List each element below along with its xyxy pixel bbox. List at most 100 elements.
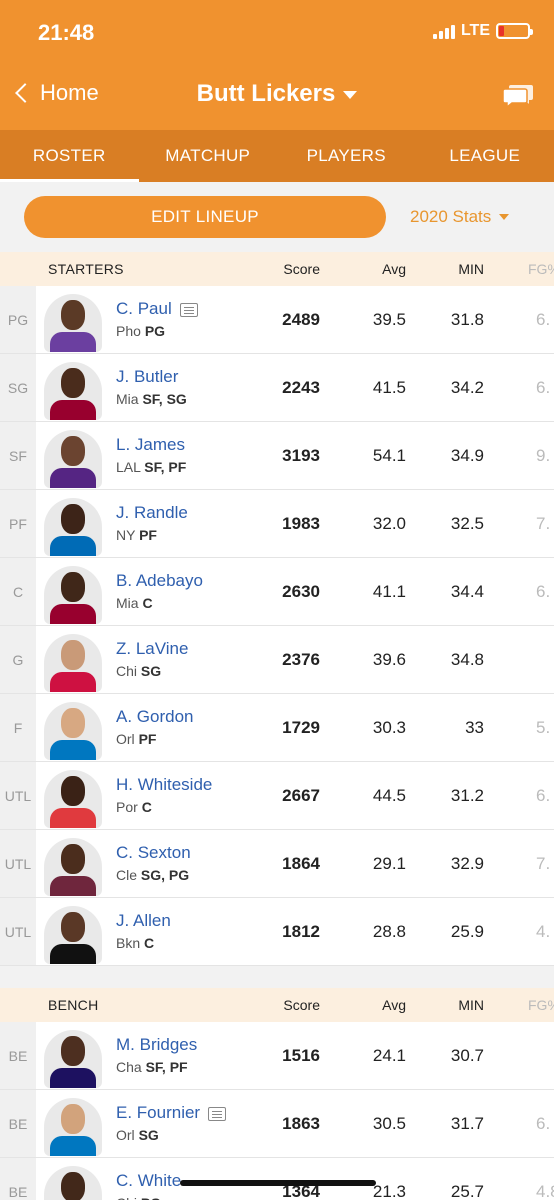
stats-period-select[interactable]: 2020 Stats <box>410 207 510 227</box>
tab-league[interactable]: LEAGUE <box>416 130 554 182</box>
player-score: 1863 <box>282 1113 320 1133</box>
lineup-slot[interactable]: UTL <box>0 898 36 965</box>
player-team-positions: Chi PG <box>116 1195 161 1200</box>
lineup-slot[interactable]: UTL <box>0 830 36 897</box>
edit-lineup-button[interactable]: EDIT LINEUP <box>24 196 386 238</box>
player-name[interactable]: J. Randle <box>116 503 188 523</box>
lineup-slot[interactable]: F <box>0 694 36 761</box>
column-avg[interactable]: Avg <box>340 997 406 1013</box>
player-min: 34.8 <box>450 649 484 669</box>
player-team: LAL <box>116 459 141 475</box>
lineup-slot[interactable]: SG <box>0 354 36 421</box>
player-row[interactable]: PG C. Paul Pho PG 2489 39.5 31.8 6. <box>0 286 554 354</box>
player-name[interactable]: J. Butler <box>116 367 178 387</box>
player-positions: C <box>142 595 153 611</box>
caret-down-icon <box>499 214 510 220</box>
player-score: 1983 <box>282 513 320 533</box>
player-row[interactable]: BE C. White Chi PG 1364 21.3 25.7 4.8 <box>0 1158 554 1200</box>
player-row[interactable]: SG J. Butler Mia SF, SG 2243 41.5 34.2 6… <box>0 354 554 422</box>
player-name[interactable]: A. Gordon <box>116 707 194 727</box>
player-score: 2243 <box>282 377 320 397</box>
player-headshot[interactable] <box>44 1166 102 1200</box>
column-score[interactable]: Score <box>256 997 320 1013</box>
team-selector[interactable]: Butt Lickers <box>0 80 554 108</box>
player-name[interactable]: H. Whiteside <box>116 775 212 795</box>
player-headshot[interactable] <box>44 294 102 352</box>
player-headshot[interactable] <box>44 566 102 624</box>
player-name[interactable]: B. Adebayo <box>116 571 203 591</box>
player-fg: 4.8 <box>536 1181 554 1200</box>
player-headshot[interactable] <box>44 498 102 556</box>
player-name[interactable]: M. Bridges <box>116 1035 197 1055</box>
player-name[interactable]: C. Sexton <box>116 843 191 863</box>
player-row[interactable]: SF L. James LAL SF, PF 3193 54.1 34.9 9. <box>0 422 554 490</box>
lineup-slot[interactable]: UTL <box>0 762 36 829</box>
column-avg[interactable]: Avg <box>340 261 406 277</box>
player-name[interactable]: Z. LaVine <box>116 639 188 659</box>
tab-bar: ROSTER MATCHUP PLAYERS LEAGUE <box>0 130 554 182</box>
player-headshot[interactable] <box>44 702 102 760</box>
player-avg: 30.3 <box>372 717 406 737</box>
player-team: Orl <box>116 731 135 747</box>
player-headshot[interactable] <box>44 1098 102 1156</box>
lineup-slot[interactable]: C <box>0 558 36 625</box>
headshot-head <box>61 844 85 874</box>
player-name-text: L. James <box>116 435 185 454</box>
news-icon[interactable] <box>208 1106 227 1121</box>
player-name-text: J. Allen <box>116 911 171 930</box>
player-avg: 30.5 <box>372 1113 406 1133</box>
player-headshot[interactable] <box>44 770 102 828</box>
lineup-slot[interactable]: PG <box>0 286 36 353</box>
player-team-positions: Mia SF, SG <box>116 391 187 407</box>
player-name[interactable]: J. Allen <box>116 911 171 931</box>
player-headshot[interactable] <box>44 906 102 964</box>
column-min[interactable]: MIN <box>420 997 484 1013</box>
player-row[interactable]: UTL C. Sexton Cle SG, PG 1864 29.1 32.9 … <box>0 830 554 898</box>
player-name[interactable]: E. Fournier <box>116 1103 227 1123</box>
column-score[interactable]: Score <box>256 261 320 277</box>
lineup-slot[interactable]: G <box>0 626 36 693</box>
lineup-slot[interactable]: BE <box>0 1158 36 1200</box>
player-headshot[interactable] <box>44 634 102 692</box>
player-row[interactable]: BE E. Fournier Orl SG 1863 30.5 31.7 6. <box>0 1090 554 1158</box>
player-row[interactable]: PF J. Randle NY PF 1983 32.0 32.5 7. <box>0 490 554 558</box>
player-name[interactable]: C. White <box>116 1171 181 1191</box>
player-name[interactable]: L. James <box>116 435 185 455</box>
lineup-slot[interactable]: PF <box>0 490 36 557</box>
player-row[interactable]: G Z. LaVine Chi SG 2376 39.6 34.8 <box>0 626 554 694</box>
player-headshot[interactable] <box>44 362 102 420</box>
tab-roster[interactable]: ROSTER <box>0 130 139 182</box>
player-row[interactable]: C B. Adebayo Mia C 2630 41.1 34.4 6. <box>0 558 554 626</box>
action-row: EDIT LINEUP 2020 Stats <box>0 182 554 252</box>
player-headshot[interactable] <box>44 1030 102 1088</box>
player-fg: 4. <box>536 921 551 941</box>
player-name[interactable]: C. Paul <box>116 299 198 319</box>
player-avg: 28.8 <box>372 921 406 941</box>
home-indicator[interactable] <box>180 1180 376 1186</box>
column-min[interactable]: MIN <box>420 261 484 277</box>
column-fg[interactable]: FG% <box>528 261 554 277</box>
chat-icon[interactable] <box>502 82 534 108</box>
player-positions: SG <box>138 1127 159 1143</box>
player-row[interactable]: UTL H. Whiteside Por C 2667 44.5 31.2 6. <box>0 762 554 830</box>
tab-players[interactable]: PLAYERS <box>277 130 416 182</box>
player-team: Pho <box>116 323 141 339</box>
player-positions: SF, PF <box>145 1059 188 1075</box>
lineup-slot[interactable]: BE <box>0 1090 36 1157</box>
lineup-slot[interactable]: SF <box>0 422 36 489</box>
player-row[interactable]: UTL J. Allen Bkn C 1812 28.8 25.9 4. <box>0 898 554 966</box>
player-name-text: C. Sexton <box>116 843 191 862</box>
player-headshot[interactable] <box>44 838 102 896</box>
tab-matchup[interactable]: MATCHUP <box>139 130 278 182</box>
player-fg <box>536 626 554 693</box>
player-row[interactable]: F A. Gordon Orl PF 1729 30.3 33 5. <box>0 694 554 762</box>
starters-header: STARTERS Score Avg MIN FG% <box>0 252 554 286</box>
lineup-slot[interactable]: BE <box>0 1022 36 1089</box>
player-headshot[interactable] <box>44 430 102 488</box>
player-fg: 6. <box>536 1113 551 1133</box>
column-fg[interactable]: FG% <box>528 997 554 1013</box>
player-row[interactable]: BE M. Bridges Cha SF, PF 1516 24.1 30.7 <box>0 1022 554 1090</box>
player-avg: 41.1 <box>372 581 406 601</box>
caret-down-icon <box>343 90 358 99</box>
news-icon[interactable] <box>179 302 198 317</box>
